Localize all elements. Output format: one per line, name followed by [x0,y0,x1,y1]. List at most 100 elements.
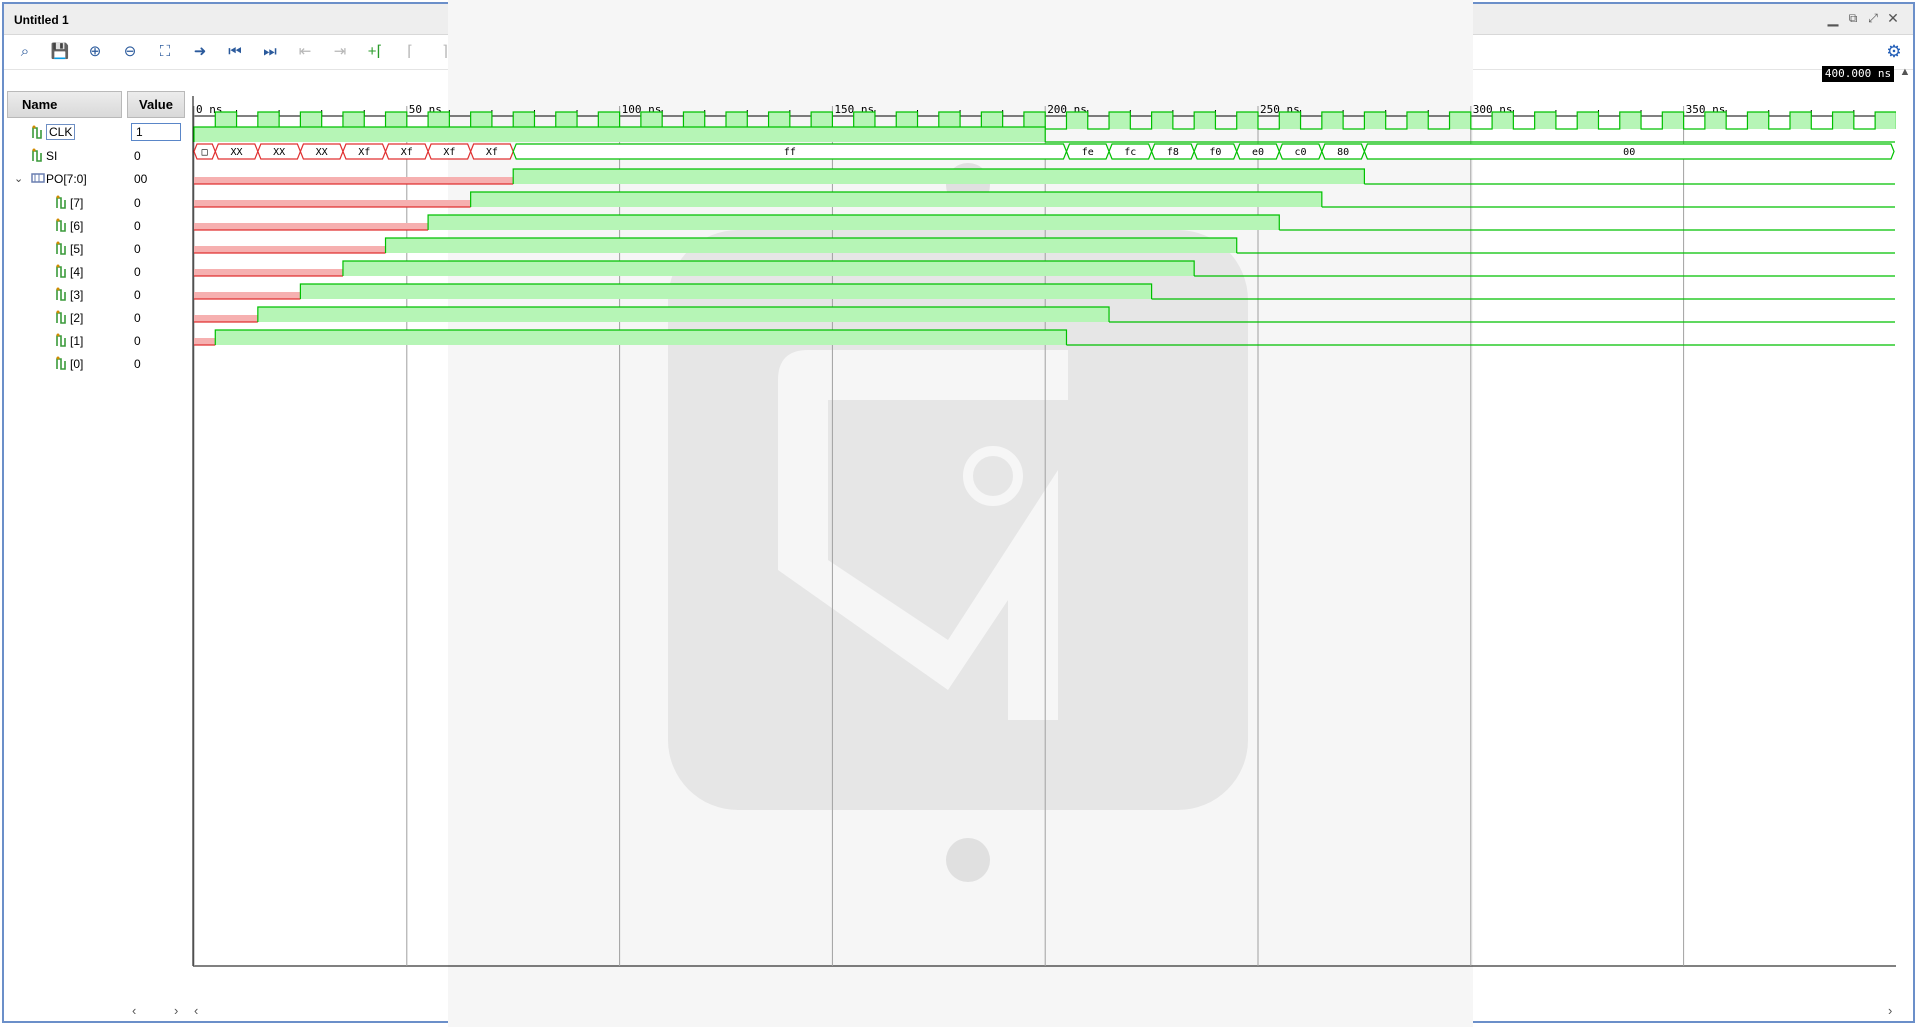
waveform-area[interactable]: 0 ns 50 ns 100 ns 150 ns 200 ns 250 ns 300 ns 3… [192,96,1896,968]
signal-row[interactable]: [5] 0 [0,239,190,260]
add-marker-icon[interactable]: +⌈ [364,41,386,63]
signal-row[interactable]: [6] 0 [0,216,190,237]
bus-value-label: f0 [1209,147,1221,158]
clk-high-fill [1109,112,1131,129]
close-icon[interactable]: ✕ [1883,8,1903,28]
signal-row[interactable]: [3] 0 [0,285,190,306]
bit-2-high-fill [300,284,1152,299]
signal-row[interactable]: SI 0 [0,146,190,167]
signal-row[interactable]: [7] 0 [0,193,190,214]
signal-name: [1] [70,334,84,348]
bit-0-x-fill [194,338,216,345]
signal-value: 0 [134,288,141,302]
bit-5-x-fill [194,223,429,230]
bus-value-label: c0 [1295,147,1307,158]
signal-row[interactable]: [1] 0 [0,331,190,352]
bus-value-label: Xf [358,147,370,158]
signal-name: PO[7:0] [46,172,87,186]
signal-row[interactable]: ⌄ PO[7:0] 00 [0,169,190,190]
signal-value-field[interactable]: 1 [131,123,181,141]
value-column-header[interactable]: Value [127,91,185,118]
wave-scroll-left-icon[interactable]: ‹ [194,1003,198,1018]
logic-signal-icon [55,218,67,233]
bus-value-label: XX [231,147,243,158]
zoom-out-icon[interactable]: ⊖ [119,41,141,63]
signal-value: 00 [134,172,148,186]
bit-5-high-fill [428,215,1280,230]
signal-name: [6] [70,219,84,233]
bus-value-label: ff [784,147,796,158]
minimize-icon[interactable]: ▁ [1823,8,1843,28]
logic-signal-icon [55,264,67,279]
bit-6-x-fill [194,200,471,207]
signal-value: 0 [134,196,141,210]
bus-value-label: fe [1082,147,1094,158]
bus-value-label: f8 [1167,147,1179,158]
bus-value-label: 80 [1337,147,1349,158]
signal-name: SI [46,149,58,163]
bus-value-label: XX [273,147,285,158]
bit-4-x-fill [194,246,386,253]
next-transition-icon: ⇥ [333,43,347,60]
bus-value-label: XX [316,147,328,158]
clk-high-fill [1151,112,1173,129]
wave-scroll-right-icon[interactable]: › [1888,1003,1892,1018]
signal-name: CLK [46,124,76,140]
previous-marker-icon: ⌈ [407,43,413,60]
scroll-right-icon[interactable]: › [174,1003,178,1018]
scroll-up-icon[interactable]: ▲ [1898,66,1912,80]
signal-row[interactable]: CLK 1 [0,123,190,144]
go-to-cursor-icon[interactable]: ➜ [189,41,211,63]
clk-high-fill [1704,112,1727,129]
bit-1-high-fill [257,307,1110,322]
zoom-fit-icon[interactable]: ⛶ [154,41,176,63]
bus-value-label: Xf [486,147,498,158]
bus-value-label: e0 [1252,147,1264,158]
logic-signal-icon [55,310,67,325]
go-to-last-time-icon[interactable]: ⏭ [259,41,281,63]
signal-row[interactable]: [4] 0 [0,262,190,283]
clk-high-fill [1662,112,1684,129]
bit-7-x-fill [194,177,514,184]
logic-signal-icon [55,287,67,302]
bus-value-label: □ [202,147,208,158]
logic-signal-icon [31,148,43,163]
signal-name: [3] [70,288,84,302]
restore-icon[interactable]: ⧉ [1843,8,1863,28]
logic-signal-icon [55,333,67,348]
bus-value-label: fc [1124,147,1136,158]
search-icon[interactable]: ⌕ [14,41,36,63]
go-to-time-0-icon[interactable]: ⏮ [224,41,246,63]
clk-high-fill [1747,112,1769,129]
bit-2-x-fill [194,292,301,299]
signal-row[interactable]: [0] 0 [0,354,190,375]
signal-name: [0] [70,357,84,371]
window-title: Untitled 1 [14,13,69,27]
signal-value: 0 [134,149,141,163]
signal-value: 0 [134,265,141,279]
zoom-in-icon[interactable]: ⊕ [84,41,106,63]
bus-value-label: Xf [443,147,455,158]
name-column-header[interactable]: Name [7,91,122,118]
clk-high-fill [1321,112,1344,129]
settings-gear-icon[interactable]: ⚙ [1883,41,1905,63]
signal-name: [7] [70,196,84,210]
clk-high-fill [1790,112,1812,129]
signal-name: [2] [70,311,84,325]
clk-high-fill [1066,112,1088,129]
bit-6-high-fill [470,192,1322,207]
scroll-left-icon[interactable]: ‹ [132,1003,136,1018]
horizontal-scrollbar[interactable]: ‹ › ‹ › [120,1003,1900,1019]
signal-name: [5] [70,242,84,256]
signal-value: 0 [134,334,141,348]
bit-3-x-fill [194,269,343,276]
cursor-time-readout: 400.000 ns [1822,66,1894,82]
signal-value: 0 [134,357,141,371]
save-icon[interactable]: 💾 [49,41,71,63]
signal-row[interactable]: [2] 0 [0,308,190,329]
signal-value: 0 [134,311,141,325]
clk-high-fill [1619,112,1642,129]
expand-chevron-icon[interactable]: ⌄ [14,172,23,185]
clk-high-fill [1364,112,1386,129]
maximize-icon[interactable]: ⤢ [1863,8,1883,28]
